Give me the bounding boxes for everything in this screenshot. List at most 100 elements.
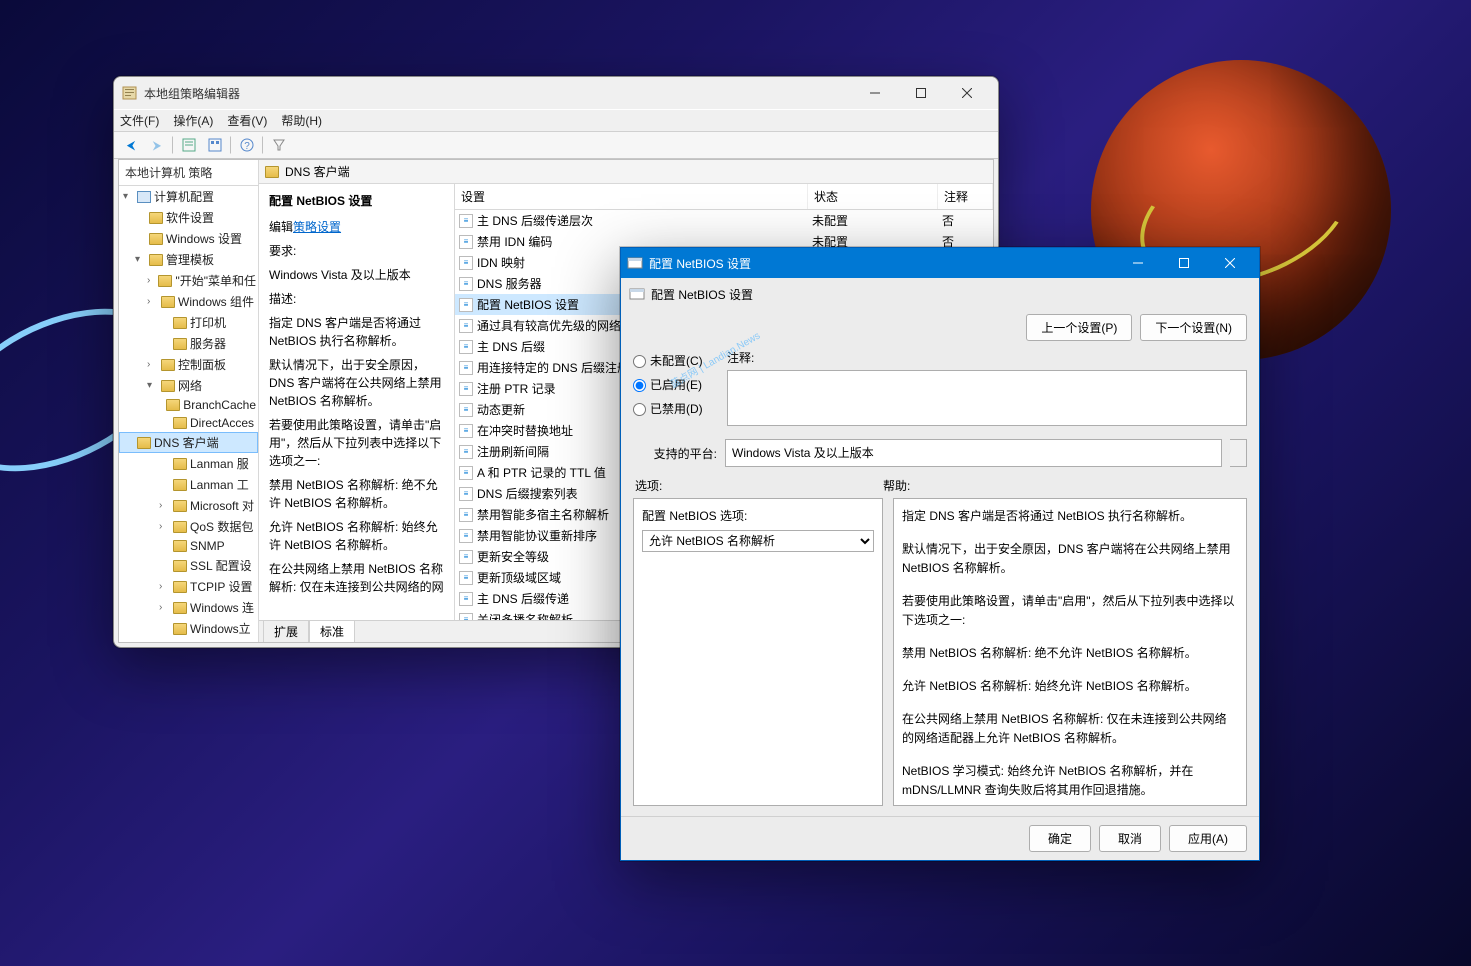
folder-icon <box>173 500 187 512</box>
prev-setting-button[interactable]: 上一个设置(P) <box>1026 314 1132 341</box>
setting-name: 主 DNS 后缀传递 <box>477 590 569 607</box>
tree-item-label: Windows 连 <box>190 599 254 616</box>
folder-icon <box>149 212 163 224</box>
tab-standard[interactable]: 标准 <box>309 621 355 642</box>
setting-name: 动态更新 <box>477 401 525 418</box>
titlebar[interactable]: 本地组策略编辑器 <box>114 77 998 109</box>
platform-label: 支持的平台: <box>633 445 717 462</box>
gpedit-icon <box>122 85 138 101</box>
help-panel[interactable]: 指定 DNS 客户端是否将通过 NetBIOS 执行名称解析。默认情况下，出于安… <box>893 498 1247 806</box>
separator <box>230 136 232 154</box>
tree-item[interactable]: SNMP <box>119 537 258 555</box>
maximize-button[interactable] <box>898 78 944 108</box>
tree-item[interactable]: ›Microsoft 对 <box>119 495 258 516</box>
policy-icon: ≡ <box>459 361 473 375</box>
comment-input[interactable] <box>727 370 1247 426</box>
tree-item[interactable]: ›Windows 组件 <box>119 291 258 312</box>
forward-button[interactable]: ⮞ <box>146 134 168 156</box>
tree-item[interactable]: DirectAcces <box>119 414 258 432</box>
apply-button[interactable]: 应用(A) <box>1169 825 1247 852</box>
tree-item[interactable]: ›Windows 连 <box>119 597 258 618</box>
tree-item[interactable]: ▾管理模板 <box>119 249 258 270</box>
setting-name: 禁用 IDN 编码 <box>477 233 552 250</box>
tree-item[interactable]: 打印机 <box>119 312 258 333</box>
folder-icon <box>173 602 187 614</box>
help-paragraph: 默认情况下，出于安全原因，DNS 客户端将在公共网络上禁用 NetBIOS 名称… <box>902 540 1238 578</box>
tree-item[interactable]: Windows 设置 <box>119 228 258 249</box>
platform-value: Windows Vista 及以上版本 <box>725 439 1222 467</box>
details-icon[interactable] <box>178 134 200 156</box>
close-button[interactable] <box>944 78 990 108</box>
setting-name: DNS 服务器 <box>477 275 542 292</box>
radio-enabled[interactable]: 已启用(E) <box>633 373 717 397</box>
help-label: 帮助: <box>883 477 910 494</box>
folder-icon <box>173 521 187 533</box>
back-button[interactable]: ⮜ <box>120 134 142 156</box>
dialog-title: 配置 NetBIOS 设置 <box>649 255 1115 272</box>
folder-icon <box>158 275 172 287</box>
policy-icon: ≡ <box>459 403 473 417</box>
tree-item[interactable]: 软件设置 <box>119 207 258 228</box>
tree-content[interactable]: ▾计算机配置软件设置Windows 设置▾管理模板›"开始"菜单和任›Windo… <box>119 186 258 642</box>
folder-icon <box>173 540 187 552</box>
setting-name: 主 DNS 后缀 <box>477 338 545 355</box>
menu-view[interactable]: 查看(V) <box>227 112 267 129</box>
desc-text: 在公共网络上禁用 NetBIOS 名称解析: 仅在未连接到公共网络的网 <box>269 560 444 596</box>
list-icon[interactable] <box>204 134 226 156</box>
dialog-maximize-button[interactable] <box>1161 248 1207 278</box>
tree-item[interactable]: ›"开始"菜单和任 <box>119 270 258 291</box>
tree-item[interactable]: 服务器 <box>119 333 258 354</box>
minimize-button[interactable] <box>852 78 898 108</box>
help-icon[interactable]: ? <box>236 134 258 156</box>
help-paragraph: 允许 NetBIOS 名称解析: 始终允许 NetBIOS 名称解析。 <box>902 677 1238 696</box>
tree-item[interactable]: ▾计算机配置 <box>119 186 258 207</box>
dialog-titlebar[interactable]: 配置 NetBIOS 设置 <box>621 248 1259 278</box>
filter-icon[interactable] <box>268 134 290 156</box>
col-header-state[interactable]: 状态 <box>808 184 938 209</box>
policy-icon: ≡ <box>459 319 473 333</box>
policy-icon: ≡ <box>459 214 473 228</box>
radio-disabled[interactable]: 已禁用(D) <box>633 397 717 421</box>
state-radios: 未配置(C) 已启用(E) 已禁用(D) <box>633 349 717 431</box>
tree-header: 本地计算机 策略 <box>119 160 258 186</box>
tree-item-label: Microsoft 对 <box>190 497 254 514</box>
tree-item[interactable]: Lanman 工 <box>119 474 258 495</box>
tree-item[interactable]: Lanman 服 <box>119 453 258 474</box>
menu-file[interactable]: 文件(F) <box>120 112 159 129</box>
menu-action[interactable]: 操作(A) <box>173 112 213 129</box>
tree-item[interactable]: ›TCPIP 设置 <box>119 576 258 597</box>
tree-item-label: 服务器 <box>190 335 226 352</box>
ok-button[interactable]: 确定 <box>1029 825 1091 852</box>
tree-item[interactable]: BranchCache <box>119 396 258 414</box>
tree-item-label: TCPIP 设置 <box>190 578 252 595</box>
tree-item[interactable]: ›QoS 数据包 <box>119 516 258 537</box>
setting-name: 禁用智能协议重新排序 <box>477 527 597 544</box>
tree-item-label: SNMP <box>190 539 225 553</box>
list-row[interactable]: ≡主 DNS 后缀传递层次未配置否 <box>455 210 993 231</box>
scroll-stub[interactable] <box>1230 439 1247 467</box>
next-setting-button[interactable]: 下一个设置(N) <box>1140 314 1247 341</box>
tree-item[interactable]: DNS 客户端 <box>119 432 258 453</box>
cancel-button[interactable]: 取消 <box>1099 825 1161 852</box>
folder-icon <box>173 479 187 491</box>
menu-help[interactable]: 帮助(H) <box>281 112 322 129</box>
folder-icon <box>265 166 279 178</box>
setting-state: 未配置 <box>808 212 938 229</box>
tree-item[interactable]: ▾网络 <box>119 375 258 396</box>
col-header-setting[interactable]: 设置 <box>455 184 808 209</box>
dialog-minimize-button[interactable] <box>1115 248 1161 278</box>
radio-not-configured[interactable]: 未配置(C) <box>633 349 717 373</box>
dialog-close-button[interactable] <box>1207 248 1253 278</box>
tree-item[interactable]: ›控制面板 <box>119 354 258 375</box>
netbios-option-select[interactable]: 允许 NetBIOS 名称解析 <box>642 530 874 552</box>
tab-extended[interactable]: 扩展 <box>263 621 309 642</box>
tree-item[interactable]: ›WLAN 服务 <box>119 639 258 642</box>
tree-item[interactable]: SSL 配置设 <box>119 555 258 576</box>
folder-icon <box>173 458 187 470</box>
setting-name: 通过具有较高优先级的网络接 <box>477 317 633 334</box>
edit-policy-link[interactable]: 策略设置 <box>293 220 341 234</box>
req-label: 要求: <box>269 242 444 260</box>
policy-icon: ≡ <box>459 613 473 621</box>
tree-item[interactable]: Windows立 <box>119 618 258 639</box>
col-header-comment[interactable]: 注释 <box>938 184 993 209</box>
